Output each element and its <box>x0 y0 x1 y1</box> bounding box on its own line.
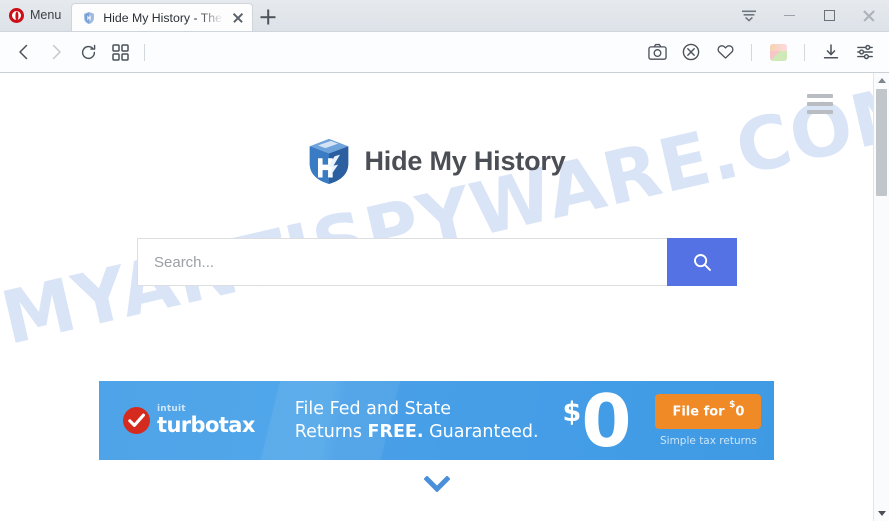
download-icon <box>823 44 839 59</box>
close-window-button[interactable] <box>849 0 889 31</box>
camera-icon <box>647 43 667 60</box>
easy-setup-button[interactable] <box>849 36 881 68</box>
window-controls <box>729 0 889 31</box>
maximize-button[interactable] <box>809 0 849 31</box>
navigation-toolbar <box>0 32 889 73</box>
ad-headline-line2: Returns FREE. Guaranteed. <box>295 421 539 443</box>
turbotax-label: turbotax <box>157 413 255 437</box>
snapshot-button[interactable] <box>641 36 673 68</box>
page-hamburger-menu-button[interactable] <box>807 94 833 114</box>
page-scrollbar[interactable] <box>873 73 889 521</box>
scrollbar-down-button[interactable] <box>874 506 889 521</box>
toolbar-divider <box>144 43 145 61</box>
hide-my-history-shield-icon <box>310 139 349 184</box>
scrollbar-up-button[interactable] <box>874 73 889 88</box>
scrollbar-thumb[interactable] <box>876 89 887 196</box>
ad-headline-line2-tail: Guaranteed. <box>423 421 539 442</box>
search-form <box>137 238 737 286</box>
toolbar-right-group <box>641 36 881 68</box>
hamburger-menu-icon-bar <box>807 94 833 98</box>
search-submit-button[interactable] <box>667 238 737 286</box>
turbotax-logo: intuit turbotax <box>123 405 255 436</box>
downloads-button[interactable] <box>815 36 847 68</box>
tab-close-icon[interactable] <box>230 10 246 26</box>
site-logo-text: Hide My History <box>364 145 566 176</box>
ad-price-currency: $ <box>562 396 582 428</box>
opera-logo-icon <box>9 8 24 23</box>
tab-strip: Menu Hide My History - The <box>0 0 889 32</box>
triangle-down-icon <box>877 511 886 516</box>
new-tab-button[interactable] <box>253 3 283 31</box>
shield-favicon <box>84 11 95 24</box>
opera-menu-label: Menu <box>30 8 62 22</box>
chevron-left-icon <box>19 44 28 60</box>
checkmark-circle-icon <box>123 407 150 434</box>
chevron-right-icon <box>52 44 61 60</box>
toolbar-divider <box>751 43 752 61</box>
heart-icon <box>717 45 733 59</box>
turbotax-ad-banner[interactable]: intuit turbotax File Fed and State Retur… <box>99 381 774 460</box>
browser-tab[interactable]: Hide My History - The <box>71 3 254 31</box>
speed-dial-button[interactable] <box>104 36 136 68</box>
scroll-down-hint-button[interactable] <box>0 476 873 492</box>
page-viewport: MYANTISPYWARE.COM Hide My History Search… <box>0 73 889 521</box>
reload-icon <box>81 44 95 59</box>
turbotax-wordmark: intuit turbotax <box>157 405 255 436</box>
minimize-button[interactable] <box>769 0 809 31</box>
ad-cta-note: Simple tax returns <box>660 434 757 447</box>
tab-menu-button[interactable] <box>729 0 769 31</box>
cta-label-amount: 0 <box>735 404 745 420</box>
toolbar-divider <box>804 43 805 61</box>
chevron-down-icon <box>423 476 450 492</box>
hamburger-menu-icon-bar <box>807 110 833 114</box>
triangle-up-icon <box>877 78 886 83</box>
reload-button[interactable] <box>72 36 104 68</box>
ad-headline: File Fed and State Returns FREE. Guarant… <box>295 398 539 443</box>
block-circle-icon <box>682 43 700 61</box>
opera-menu-button[interactable]: Menu <box>0 0 71 31</box>
cta-label-currency: $ <box>729 400 736 411</box>
search-icon <box>694 254 711 271</box>
search-input[interactable] <box>137 238 667 286</box>
web-page-content: MYANTISPYWARE.COM Hide My History Search… <box>0 73 873 521</box>
browser-window: Menu Hide My History - The MYANTISPYWARE… <box>0 0 889 521</box>
file-for-zero-button[interactable]: File for $0 <box>655 394 762 429</box>
heart-button[interactable] <box>709 36 741 68</box>
tab-title: Hide My History - The <box>103 10 222 25</box>
sliders-icon <box>857 44 873 60</box>
grid-icon <box>111 43 129 61</box>
ad-headline-line2-bold: FREE. <box>367 421 424 442</box>
ad-blocker-button[interactable] <box>675 36 707 68</box>
cta-label-prefix: File for <box>672 404 730 420</box>
cube-icon <box>769 43 787 61</box>
ad-headline-line2-normal: Returns <box>294 421 368 442</box>
back-button[interactable] <box>8 36 40 68</box>
ad-cta-group: File for $0 Simple tax returns <box>655 394 762 447</box>
ad-price-amount: 0 <box>581 381 632 460</box>
site-logo: Hide My History <box>0 138 873 184</box>
ad-headline-line1: File Fed and State <box>294 399 451 420</box>
forward-button <box>40 36 72 68</box>
hamburger-menu-icon-bar <box>807 102 833 106</box>
extension-button[interactable] <box>762 36 794 68</box>
ad-price: $ 0 <box>562 381 632 460</box>
tab-list-chevron-icon <box>742 10 756 22</box>
watermark-text: MYANTISPYWARE.COM <box>0 73 873 362</box>
